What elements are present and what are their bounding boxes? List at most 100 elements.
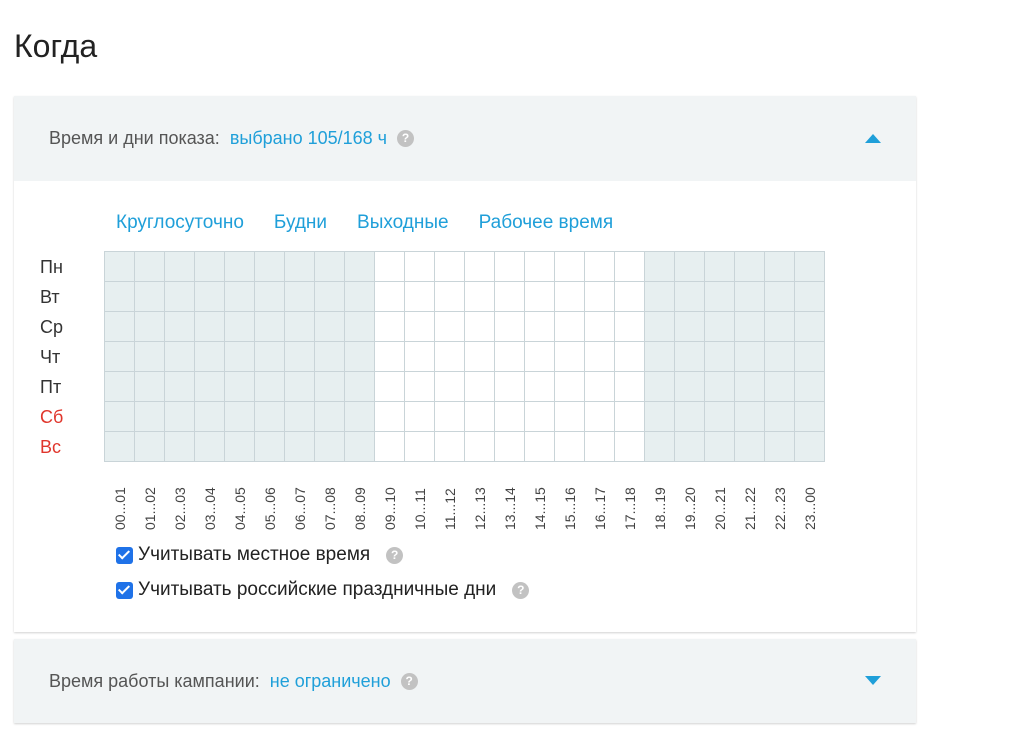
schedule-cell[interactable] [255, 372, 284, 401]
hour-label[interactable]: 01...02 [135, 474, 165, 530]
hour-label[interactable]: 12...13 [465, 474, 495, 530]
schedule-cell[interactable] [135, 252, 164, 281]
schedule-cell[interactable] [465, 432, 494, 461]
schedule-cell[interactable] [735, 402, 764, 431]
schedule-cell[interactable] [345, 252, 374, 281]
hour-label[interactable]: 16...17 [585, 474, 615, 530]
schedule-cell[interactable] [165, 402, 194, 431]
schedule-cell[interactable] [405, 432, 434, 461]
schedule-cell[interactable] [585, 282, 614, 311]
schedule-cell[interactable] [735, 312, 764, 341]
schedule-cell[interactable] [105, 432, 134, 461]
schedule-cell[interactable] [555, 372, 584, 401]
holidays-option[interactable]: Учитывать российские праздничные дни ? [116, 579, 530, 601]
schedule-cell[interactable] [345, 342, 374, 371]
schedule-cell[interactable] [195, 312, 224, 341]
schedule-cell[interactable] [465, 402, 494, 431]
schedule-cell[interactable] [525, 252, 554, 281]
hour-label[interactable]: 03...04 [195, 474, 225, 530]
schedule-cell[interactable] [435, 432, 464, 461]
schedule-cell[interactable] [615, 252, 644, 281]
schedule-cell[interactable] [555, 342, 584, 371]
schedule-cell[interactable] [495, 312, 524, 341]
schedule-cell[interactable] [675, 342, 704, 371]
schedule-cell[interactable] [105, 402, 134, 431]
hour-label[interactable]: 09...10 [375, 474, 405, 530]
hour-label[interactable]: 19...20 [675, 474, 705, 530]
day-label[interactable]: Сб [40, 402, 100, 432]
schedule-cell[interactable] [525, 312, 554, 341]
day-label[interactable]: Пн [40, 252, 100, 282]
schedule-cell[interactable] [585, 252, 614, 281]
schedule-cell[interactable] [345, 402, 374, 431]
schedule-cell[interactable] [255, 312, 284, 341]
schedule-cell[interactable] [405, 372, 434, 401]
schedule-cell[interactable] [225, 372, 254, 401]
schedule-cell[interactable] [795, 252, 824, 281]
period-value[interactable]: не ограничено [270, 671, 391, 692]
schedule-cell[interactable] [135, 372, 164, 401]
schedule-cell[interactable] [405, 402, 434, 431]
hour-label[interactable]: 22...23 [765, 474, 795, 530]
schedule-cell[interactable] [405, 282, 434, 311]
schedule-cell[interactable] [195, 342, 224, 371]
hour-label[interactable]: 20...21 [705, 474, 735, 530]
day-label[interactable]: Чт [40, 342, 100, 372]
hour-label[interactable]: 21...22 [735, 474, 765, 530]
expand-triangle-down-icon[interactable] [865, 676, 881, 685]
schedule-cell[interactable] [495, 342, 524, 371]
schedule-cell[interactable] [735, 372, 764, 401]
schedule-cell[interactable] [165, 432, 194, 461]
schedule-cell[interactable] [525, 282, 554, 311]
schedule-cell[interactable] [285, 282, 314, 311]
schedule-cell[interactable] [585, 402, 614, 431]
schedule-cell[interactable] [705, 312, 734, 341]
schedule-cell[interactable] [315, 432, 344, 461]
schedule-cell[interactable] [435, 312, 464, 341]
hour-label[interactable]: 00...01 [105, 474, 135, 530]
schedule-cell[interactable] [195, 252, 224, 281]
schedule-cell[interactable] [675, 252, 704, 281]
schedule-cell[interactable] [585, 342, 614, 371]
day-label[interactable]: Вт [40, 282, 100, 312]
schedule-cell[interactable] [195, 432, 224, 461]
hour-label[interactable]: 08...09 [345, 474, 375, 530]
schedule-cell[interactable] [165, 282, 194, 311]
schedule-cell[interactable] [765, 372, 794, 401]
schedule-cell[interactable] [285, 312, 314, 341]
schedule-cell[interactable] [225, 432, 254, 461]
schedule-cell[interactable] [375, 282, 404, 311]
schedule-cell[interactable] [765, 402, 794, 431]
schedule-cell[interactable] [705, 432, 734, 461]
schedule-cell[interactable] [675, 282, 704, 311]
hour-label[interactable]: 18...19 [645, 474, 675, 530]
day-label[interactable]: Пт [40, 372, 100, 402]
schedule-cell[interactable] [675, 372, 704, 401]
schedule-cell[interactable] [615, 312, 644, 341]
schedule-cell[interactable] [315, 342, 344, 371]
schedule-cell[interactable] [345, 432, 374, 461]
schedule-cell[interactable] [195, 282, 224, 311]
schedule-cell[interactable] [225, 312, 254, 341]
schedule-cell[interactable] [405, 252, 434, 281]
schedule-cell[interactable] [765, 312, 794, 341]
schedule-cell[interactable] [645, 342, 674, 371]
help-icon[interactable]: ? [397, 130, 415, 147]
schedule-cell[interactable] [165, 372, 194, 401]
schedule-cell[interactable] [645, 372, 674, 401]
schedule-cell[interactable] [465, 312, 494, 341]
schedule-cell[interactable] [195, 402, 224, 431]
schedule-cell[interactable] [105, 342, 134, 371]
help-icon[interactable]: ? [400, 672, 418, 690]
schedule-cell[interactable] [345, 372, 374, 401]
schedule-cell[interactable] [135, 402, 164, 431]
schedule-cell[interactable] [375, 342, 404, 371]
schedule-cell[interactable] [315, 402, 344, 431]
schedule-cell[interactable] [285, 432, 314, 461]
schedule-cell[interactable] [375, 252, 404, 281]
schedule-cell[interactable] [765, 432, 794, 461]
schedule-cell[interactable] [735, 432, 764, 461]
preset-working-hours[interactable]: Рабочее время [479, 212, 614, 234]
schedule-cell[interactable] [135, 312, 164, 341]
schedule-cell[interactable] [675, 402, 704, 431]
